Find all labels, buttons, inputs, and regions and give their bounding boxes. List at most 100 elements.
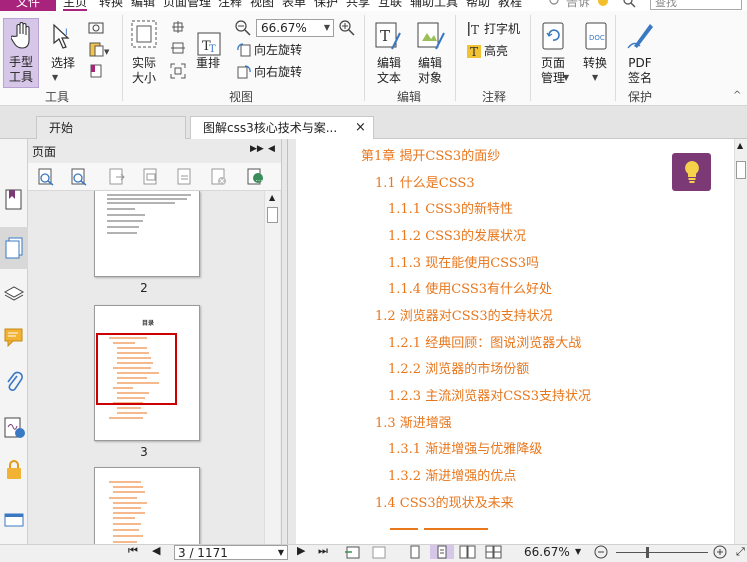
toc-entry[interactable]: 1.3.2 渐进增强的优点 bbox=[388, 465, 516, 484]
visible-area-indicator[interactable] bbox=[96, 333, 177, 405]
collapse-panel-icon[interactable]: ◀ bbox=[268, 144, 275, 154]
menu-edit[interactable]: 编辑 bbox=[131, 0, 155, 9]
next-view-icon[interactable] bbox=[370, 545, 388, 562]
panel-scroll-thumb[interactable] bbox=[267, 207, 278, 223]
replace-page-icon[interactable] bbox=[176, 168, 194, 189]
delete-page-icon[interactable] bbox=[210, 168, 228, 189]
zoom-in-icon[interactable] bbox=[339, 20, 355, 39]
last-page-icon[interactable]: ⏭ bbox=[318, 544, 328, 558]
continuous-facing-view-icon[interactable] bbox=[485, 545, 503, 562]
toc-entry[interactable]: 1.4 CSS3的现状及未来 bbox=[375, 492, 514, 511]
chevron-down-icon[interactable]: ▼ bbox=[592, 73, 598, 82]
tell-me-label[interactable]: 告诉 bbox=[566, 0, 590, 9]
toc-entry[interactable]: 1.2.3 主流浏览器对CSS3支持状况 bbox=[388, 385, 591, 404]
edit-text-button[interactable]: 编辑 文本 bbox=[372, 56, 406, 86]
document-scroll-thumb[interactable] bbox=[736, 161, 746, 179]
select-button[interactable]: 选择 bbox=[51, 56, 75, 71]
zoom-select[interactable]: 66.67% ▼ bbox=[256, 19, 334, 37]
panel-scrollbar[interactable]: ▲ bbox=[264, 191, 280, 544]
form-icon[interactable] bbox=[4, 511, 24, 530]
convert-button[interactable]: 转换 bbox=[583, 56, 607, 71]
thumbnail-zoom-in-icon[interactable] bbox=[37, 168, 55, 189]
fit-width-icon[interactable] bbox=[170, 41, 186, 58]
toc-entry[interactable]: 1.2 浏览器对CSS3的支持状况 bbox=[375, 305, 553, 324]
clipboard-icon[interactable]: ▼ bbox=[88, 41, 110, 60]
document-scrollbar[interactable]: ▲ bbox=[734, 139, 747, 544]
extract-page-icon[interactable] bbox=[142, 168, 160, 189]
layers-icon[interactable] bbox=[3, 282, 25, 305]
previous-view-icon[interactable] bbox=[344, 545, 362, 562]
rotate-right-button[interactable]: 向右旋转 bbox=[254, 65, 302, 80]
typewriter-button[interactable]: 打字机 bbox=[484, 22, 520, 37]
menu-convert[interactable]: 转换 bbox=[99, 0, 123, 9]
tips-button[interactable] bbox=[672, 153, 711, 191]
toc-entry[interactable]: 1.1 什么是CSS3 bbox=[375, 172, 475, 191]
highlight-button[interactable]: 高亮 bbox=[484, 44, 508, 59]
bookmark-icon[interactable] bbox=[5, 189, 23, 214]
scroll-up-icon[interactable]: ▲ bbox=[737, 141, 743, 150]
signature-icon[interactable] bbox=[4, 417, 26, 442]
marker-icon[interactable] bbox=[88, 63, 104, 82]
chevron-down-icon[interactable]: ▼ bbox=[563, 73, 569, 82]
snapshot-icon[interactable] bbox=[88, 20, 104, 37]
pages-nav-active[interactable] bbox=[0, 227, 28, 269]
menu-accessibility[interactable]: 辅助工具 bbox=[410, 0, 458, 9]
pdf-sign-button[interactable]: PDF 签名 bbox=[622, 56, 658, 86]
toc-entry[interactable]: 第1章 揭开CSS3的面纱 bbox=[361, 145, 500, 164]
menu-tutorial[interactable]: 教程 bbox=[498, 0, 522, 9]
toc-entry[interactable]: 1.3 渐进增强 bbox=[375, 412, 452, 431]
file-menu[interactable]: 文件 bbox=[0, 0, 56, 11]
smile-icon[interactable] bbox=[596, 0, 610, 9]
page-thumbnail-2[interactable] bbox=[94, 191, 200, 277]
edit-object-button[interactable]: 编辑 对象 bbox=[412, 56, 448, 86]
facing-view-icon[interactable] bbox=[459, 545, 477, 562]
scroll-up-icon[interactable]: ▲ bbox=[269, 193, 275, 202]
reflow-button[interactable]: 重排 bbox=[196, 56, 220, 71]
single-page-view-icon[interactable] bbox=[408, 545, 422, 562]
previous-page-icon[interactable]: ◀ bbox=[152, 544, 160, 557]
menu-view[interactable]: 视图 bbox=[250, 0, 274, 9]
thumbnail-zoom-out-icon[interactable] bbox=[70, 168, 88, 189]
menu-comment[interactable]: 注释 bbox=[218, 0, 242, 9]
page-thumbnail-4[interactable] bbox=[94, 467, 200, 544]
menu-protect[interactable]: 保护 bbox=[314, 0, 338, 9]
toc-entry[interactable]: 1.2.2 浏览器的市场份额 bbox=[388, 358, 529, 377]
menu-share[interactable]: 共享 bbox=[346, 0, 370, 9]
comment-icon[interactable] bbox=[4, 327, 24, 350]
zoom-out-icon[interactable] bbox=[235, 20, 251, 39]
hand-tool-button[interactable]: 手型 工具 bbox=[3, 18, 39, 88]
fullscreen-icon[interactable]: ⤢ bbox=[736, 545, 745, 559]
actual-size-button[interactable]: 实际 大小 bbox=[126, 56, 162, 86]
page-label-icon[interactable]: … bbox=[246, 168, 264, 189]
menu-page-manage[interactable]: 页面管理 bbox=[163, 0, 211, 9]
search-icon[interactable] bbox=[622, 0, 636, 9]
zoom-out-icon[interactable] bbox=[594, 545, 608, 562]
tab-start[interactable]: 开始 bbox=[36, 116, 186, 139]
zoom-in-icon[interactable] bbox=[713, 545, 727, 562]
menu-home[interactable]: 主页 bbox=[63, 0, 88, 11]
close-icon[interactable]: × bbox=[355, 117, 366, 139]
toc-entry[interactable]: 1.3.1 渐进增强与优雅降级 bbox=[388, 438, 542, 457]
chevron-down-icon[interactable]: ▼ bbox=[52, 73, 58, 82]
toc-entry[interactable]: 1.2.1 经典回顾：图说浏览器大战 bbox=[388, 332, 581, 351]
tab-document[interactable]: 图解css3核心技术与案... × bbox=[190, 116, 374, 139]
search-input[interactable]: 查找 bbox=[650, 0, 742, 10]
page-number-input[interactable]: 3 / 1171 ▼ bbox=[174, 545, 288, 560]
page-thumbnail-3[interactable]: 目录 bbox=[94, 305, 200, 441]
continuous-view-button[interactable] bbox=[430, 545, 454, 559]
expand-panel-icon[interactable]: ▶▶ bbox=[250, 144, 264, 154]
menu-help[interactable]: 帮助 bbox=[466, 0, 490, 9]
first-page-icon[interactable]: ⏮ bbox=[128, 544, 138, 558]
insert-page-icon[interactable] bbox=[108, 168, 126, 189]
panel-splitter[interactable] bbox=[282, 139, 296, 544]
toc-entry[interactable]: 1.1.4 使用CSS3有什么好处 bbox=[388, 278, 552, 297]
menu-form[interactable]: 表单 bbox=[282, 0, 306, 9]
collapse-ribbon-icon[interactable]: ^ bbox=[733, 90, 741, 101]
menu-connect[interactable]: 互联 bbox=[378, 0, 402, 9]
next-page-icon[interactable]: ▶ bbox=[297, 544, 305, 557]
fit-visible-icon[interactable] bbox=[170, 63, 186, 82]
zoom-level[interactable]: 66.67% bbox=[524, 545, 570, 559]
rotate-left-button[interactable]: 向左旋转 bbox=[254, 43, 302, 58]
toc-entry[interactable]: 1.1.2 CSS3的发展状况 bbox=[388, 225, 526, 244]
zoom-menu-chevron-icon[interactable]: ▼ bbox=[575, 545, 581, 559]
